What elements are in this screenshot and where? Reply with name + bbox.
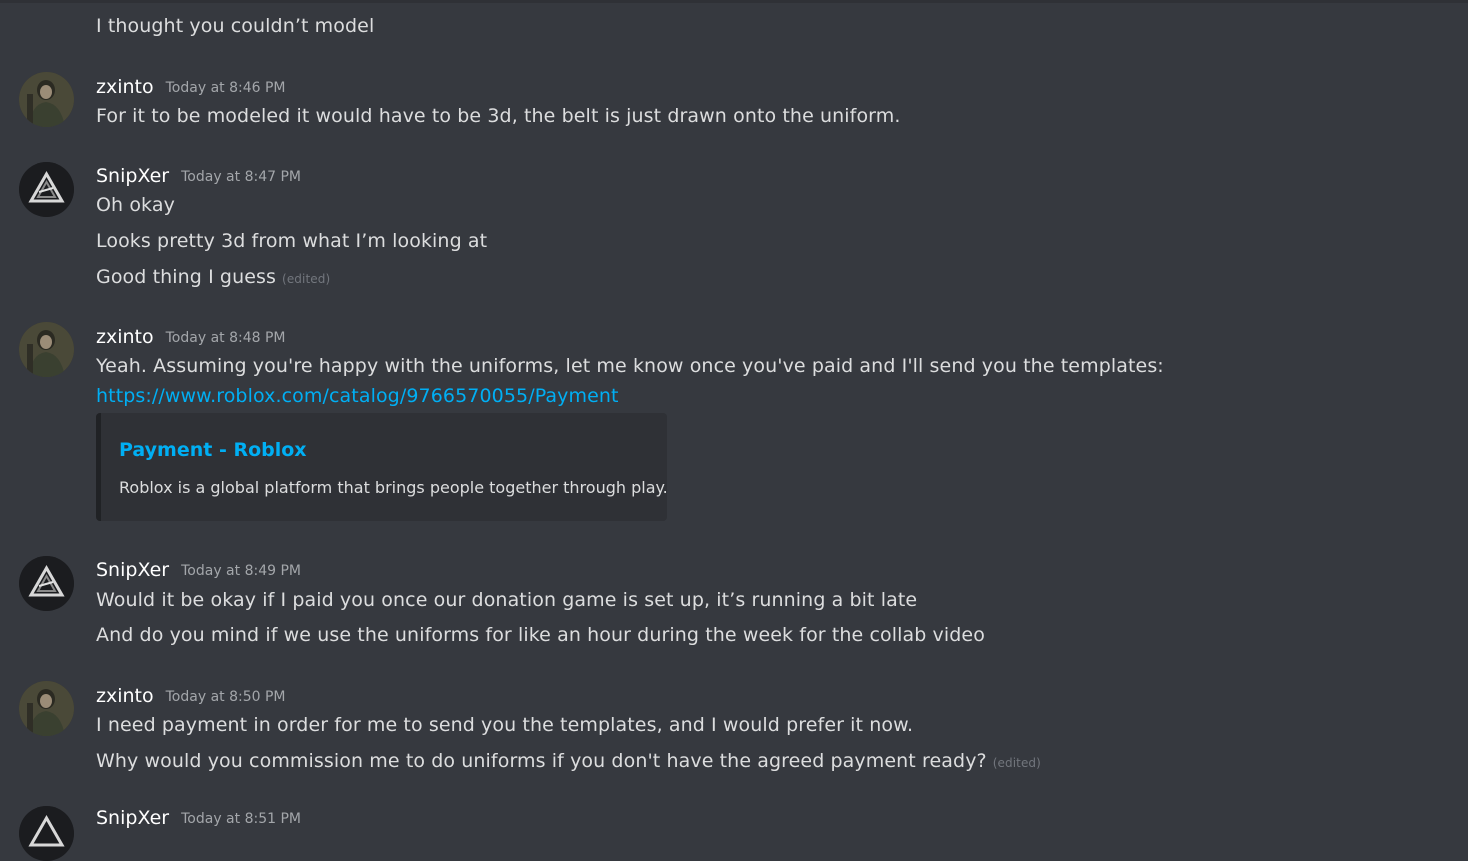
message-header: SnipXer Today at 8:49 PM — [96, 558, 301, 583]
message-text: And do you mind if we use the uniforms f… — [96, 624, 985, 646]
message-text: I need payment in order for me to send y… — [96, 714, 914, 736]
user-photo-icon — [19, 72, 74, 127]
message-text: Oh okay — [96, 194, 175, 216]
message-header: zxinto Today at 8:50 PM — [96, 684, 286, 709]
message-text: Good thing I guess (edited) — [96, 265, 330, 291]
message-header: zxinto Today at 8:46 PM — [96, 75, 286, 100]
message-text: Why would you commission me to do unifor… — [96, 749, 1041, 775]
edited-marker: (edited) — [992, 756, 1041, 770]
payment-link[interactable]: https://www.roblox.com/catalog/976657005… — [96, 385, 619, 407]
user-photo-icon — [19, 322, 74, 377]
message-link-line: https://www.roblox.com/catalog/976657005… — [96, 384, 619, 408]
username-snipxer[interactable]: SnipXer — [96, 165, 169, 187]
link-embed: Payment - Roblox Roblox is a global plat… — [96, 413, 668, 521]
message-line: Why would you commission me to do unifor… — [96, 750, 987, 772]
message-header: SnipXer Today at 8:47 PM — [96, 164, 301, 189]
avatar-snipxer[interactable] — [19, 162, 74, 217]
message-text: Looks pretty 3d from what I’m looking at — [96, 230, 488, 252]
message-text: I thought you couldn’t model — [96, 15, 375, 37]
message-line: Good thing I guess — [96, 266, 277, 288]
triangle-logo-icon — [19, 162, 74, 217]
avatar-snipxer[interactable] — [19, 556, 74, 611]
user-photo-icon — [19, 681, 74, 736]
timestamp: Today at 8:49 PM — [181, 563, 301, 579]
triangle-logo-icon — [19, 556, 74, 611]
timestamp: Today at 8:48 PM — [165, 330, 286, 346]
username-snipxer[interactable]: SnipXer — [96, 559, 169, 581]
avatar-zxinto[interactable] — [19, 322, 74, 377]
avatar-snipxer[interactable] — [19, 806, 74, 861]
timestamp: Today at 8:50 PM — [165, 689, 286, 705]
message-text: Would it be okay if I paid you once our … — [96, 589, 918, 611]
embed-description: Roblox is a global platform that brings … — [119, 478, 668, 497]
username-snipxer[interactable]: SnipXer — [96, 807, 169, 829]
edited-marker: (edited) — [282, 272, 331, 286]
username-zxinto[interactable]: zxinto — [96, 326, 154, 348]
timestamp: Today at 8:46 PM — [165, 80, 286, 96]
message-header: SnipXer Today at 8:51 PM — [96, 806, 301, 831]
timestamp: Today at 8:47 PM — [181, 169, 301, 185]
username-zxinto[interactable]: zxinto — [96, 76, 154, 98]
triangle-logo-icon — [19, 806, 74, 861]
avatar-zxinto[interactable] — [19, 681, 74, 736]
message-header: zxinto Today at 8:48 PM — [96, 325, 286, 350]
embed-title[interactable]: Payment - Roblox — [119, 439, 307, 461]
message-text: For it to be modeled it would have to be… — [96, 105, 901, 127]
message-text: Yeah. Assuming you're happy with the uni… — [96, 355, 1164, 377]
top-divider — [0, 0, 1468, 3]
timestamp: Today at 8:51 PM — [181, 811, 301, 827]
username-zxinto[interactable]: zxinto — [96, 685, 154, 707]
avatar-zxinto[interactable] — [19, 72, 74, 127]
